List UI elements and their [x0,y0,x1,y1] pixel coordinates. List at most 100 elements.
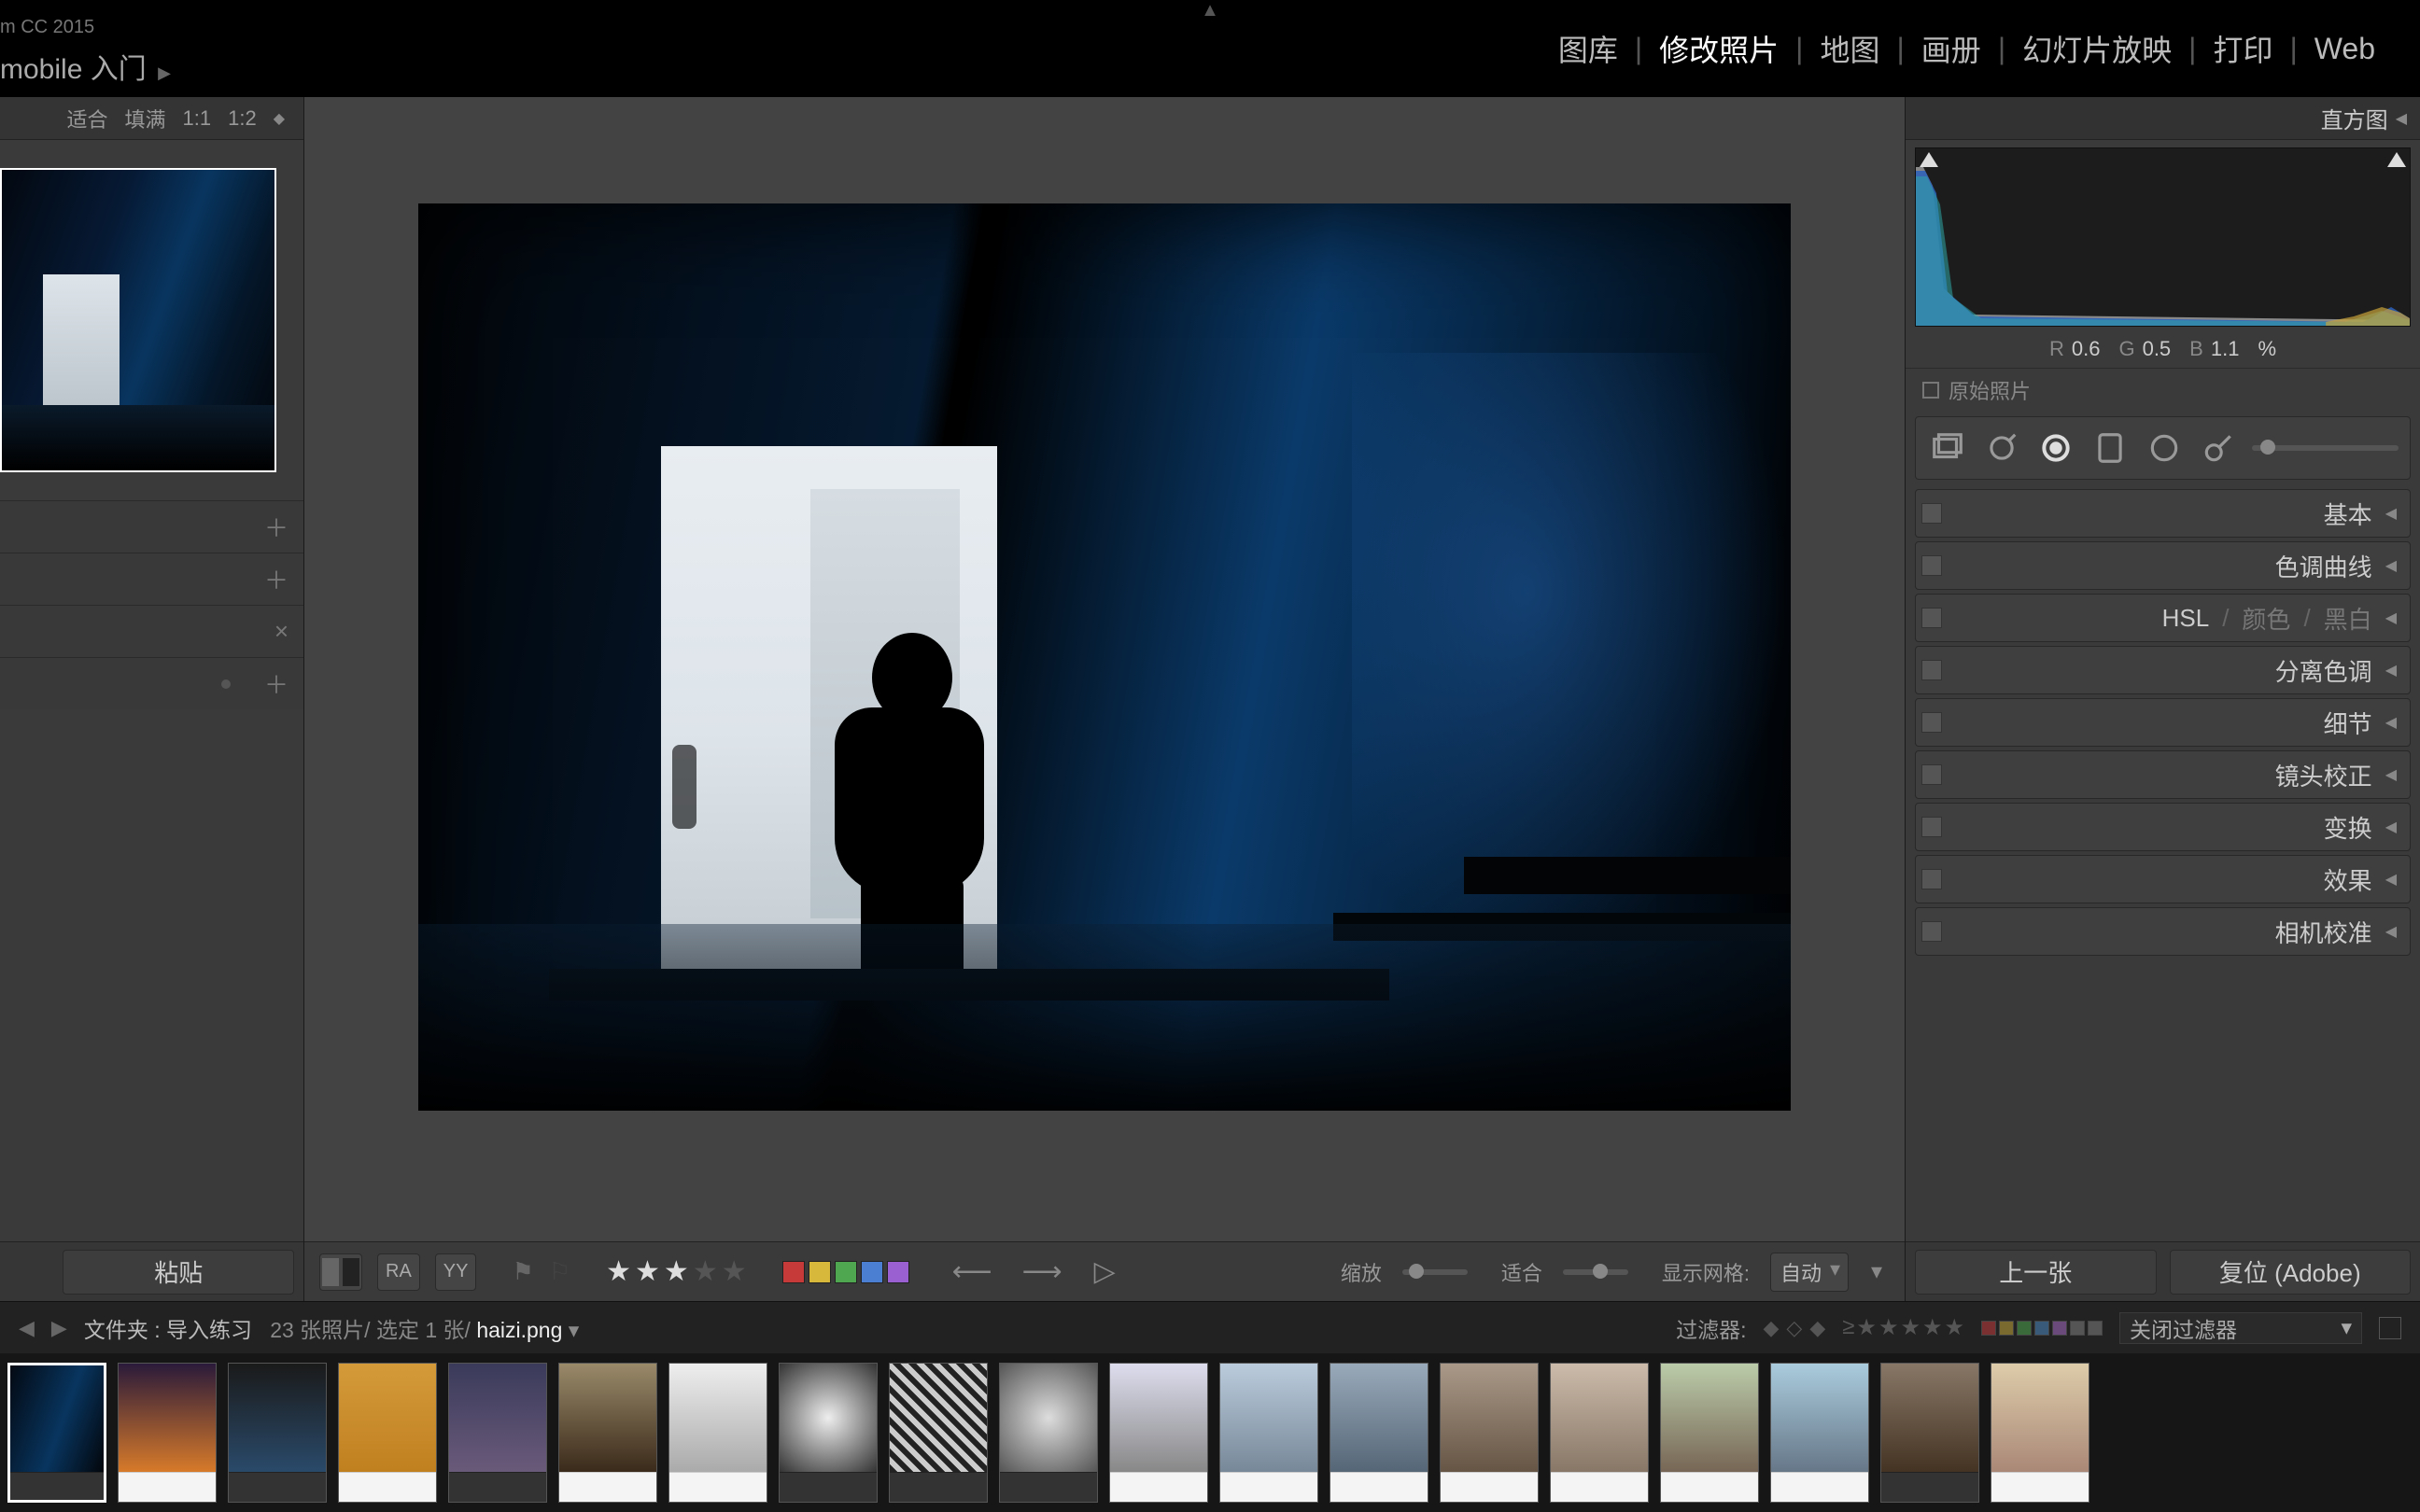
histogram-header[interactable]: 直方图 ◀ [1906,97,2420,140]
panel-hsl[interactable]: HSL/ 颜色/ 黑白 ◀ [1915,594,2411,642]
flag-reject-icon[interactable]: ⚐ [549,1257,570,1286]
star-3[interactable]: ★ [664,1255,689,1288]
thumbnail-11[interactable] [1219,1363,1318,1503]
panel-switch-icon[interactable] [1921,608,1942,628]
color-label-1[interactable] [809,1261,831,1283]
histogram[interactable] [1915,147,2411,327]
thumbnail-18[interactable] [1991,1363,2089,1503]
filter-color-swatches[interactable] [1981,1321,2103,1336]
module-画册[interactable]: 画册 [1905,27,1998,70]
filmstrip-back-icon[interactable]: ◀ [19,1316,35,1340]
filmstrip-path[interactable]: 文件夹 : 导入练习 23 张照片/ 选定 1 张/ haizi.png ▾ [84,1312,579,1344]
module-地图[interactable]: 地图 [1803,27,1896,70]
zoom-menu-icon[interactable]: ◆ [274,109,285,128]
panel-effects[interactable]: 效果◀ [1915,855,2411,903]
star-4[interactable]: ★ [693,1255,718,1288]
original-photo-row[interactable]: 原始照片 [1906,368,2420,411]
panel-switch-icon[interactable] [1921,712,1942,733]
thumbnail-10[interactable] [1109,1363,1208,1503]
color-label-swatches[interactable] [782,1261,909,1283]
star-2[interactable]: ★ [635,1255,660,1288]
thumbnail-13[interactable] [1440,1363,1539,1503]
panel-switch-icon[interactable] [1921,764,1942,785]
zoom-1-2[interactable]: 1:2 [228,106,257,131]
thumbnail-12[interactable] [1330,1363,1428,1503]
module-图库[interactable]: 图库 [1541,27,1635,70]
panel-switch-icon[interactable] [1921,660,1942,680]
play-slideshow-icon[interactable]: ▷ [1085,1255,1125,1288]
panel-switch-icon[interactable] [1921,869,1942,889]
redeye-tool-icon[interactable] [2035,427,2076,469]
filter-swatch-4[interactable] [2052,1321,2067,1336]
filter-swatch-1[interactable] [1999,1321,2014,1336]
color-label-3[interactable] [861,1261,883,1283]
thumbnail-4[interactable] [448,1363,547,1503]
color-label-0[interactable] [782,1261,805,1283]
panel-switch-icon[interactable] [1921,555,1942,576]
zoom-slider[interactable] [1402,1269,1468,1275]
loupe-view-button[interactable] [319,1253,362,1291]
panel-detail[interactable]: 细节◀ [1915,698,2411,747]
thumbnail-5[interactable] [558,1363,657,1503]
panel-split-toning[interactable]: 分离色调◀ [1915,646,2411,694]
filmstrip[interactable] [0,1353,2420,1512]
crop-tool-icon[interactable] [1927,427,1968,469]
presets-panel-collapsed[interactable]: ＋ [0,500,303,553]
thumbnail-3[interactable] [338,1363,437,1503]
radial-filter-tool-icon[interactable] [2144,427,2185,469]
snapshots-panel-collapsed[interactable]: ＋ [0,553,303,605]
grid-select[interactable]: 自动 [1770,1253,1849,1292]
color-label-2[interactable] [835,1261,857,1283]
flag-pick-icon[interactable]: ⚑ [512,1257,533,1286]
rating-stars[interactable]: ★★★★★ [606,1255,747,1288]
photo-canvas[interactable] [304,97,1905,1241]
toolbar-menu-icon[interactable]: ▾ [1864,1258,1890,1285]
history-panel-collapsed[interactable]: × [0,605,303,657]
thumbnail-1[interactable] [118,1363,217,1503]
module-幻灯片放映[interactable]: 幻灯片放映 [2005,27,2188,70]
paste-button[interactable]: 粘贴 [63,1250,294,1295]
mobile-link[interactable]: mobile 入门 ▶ [0,38,171,87]
thumbnail-17[interactable] [1880,1363,1979,1503]
plus-icon[interactable]: ＋ [264,562,288,596]
panel-camera-calibration[interactable]: 相机校准◀ [1915,907,2411,956]
zoom-fit[interactable]: 适合 [66,104,107,133]
panel-collapse-top-icon[interactable]: ▲ [1201,0,1219,21]
thumbnail-2[interactable] [228,1363,327,1503]
previous-button[interactable]: 上一张 [1915,1250,2157,1295]
plus-icon[interactable]: ＋ [264,666,288,701]
panel-switch-icon[interactable] [1921,921,1942,942]
filter-swatch-3[interactable] [2034,1321,2049,1336]
prev-photo-icon[interactable]: ⟵ [945,1255,1000,1288]
thumbnail-6[interactable] [668,1363,767,1503]
collections-panel-collapsed[interactable]: ＋ [0,657,303,709]
grad-filter-tool-icon[interactable] [2089,427,2131,469]
plus-icon[interactable]: ＋ [264,510,288,544]
filmstrip-fwd-icon[interactable]: ▶ [51,1316,67,1340]
star-5[interactable]: ★ [722,1255,747,1288]
zoom-fill[interactable]: 填满 [124,104,165,133]
panel-basic[interactable]: 基本◀ [1915,489,2411,538]
zoom-1-1[interactable]: 1:1 [183,106,212,131]
module-修改照片[interactable]: 修改照片 [1642,27,1795,70]
panel-lens-corrections[interactable]: 镜头校正◀ [1915,750,2411,799]
filter-preset-select[interactable]: 关闭过滤器▾ [2119,1312,2362,1344]
filter-flags[interactable]: ◆◇◆ [1763,1316,1825,1340]
before-after-yy-button[interactable]: YY [435,1253,477,1291]
panel-tone-curve[interactable]: 色调曲线◀ [1915,541,2411,590]
before-after-ra-button[interactable]: RA [377,1253,420,1291]
panel-switch-icon[interactable] [1921,817,1942,837]
reset-button[interactable]: 复位 (Adobe) [2170,1250,2412,1295]
tool-slider[interactable] [2252,445,2399,451]
filter-swatch-6[interactable] [2088,1321,2103,1336]
filter-swatch-5[interactable] [2070,1321,2085,1336]
color-label-4[interactable] [887,1261,909,1283]
thumbnail-7[interactable] [779,1363,878,1503]
close-icon[interactable]: × [274,617,288,646]
thumbnail-8[interactable] [889,1363,988,1503]
star-1[interactable]: ★ [606,1255,631,1288]
thumbnail-0[interactable] [7,1363,106,1503]
filter-swatch-0[interactable] [1981,1321,1996,1336]
thumbnail-14[interactable] [1550,1363,1649,1503]
checkbox-icon[interactable] [1922,382,1939,399]
